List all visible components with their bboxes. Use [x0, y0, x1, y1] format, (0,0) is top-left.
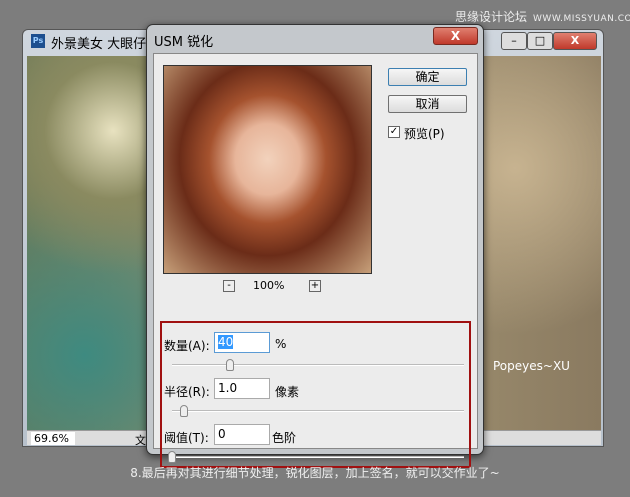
dialog-title: USM 锐化 [154, 35, 214, 50]
threshold-slider-thumb[interactable] [168, 451, 176, 463]
zoom-out-button[interactable]: - [223, 280, 235, 292]
document-title: 外景美女 大眼仔 [51, 37, 147, 52]
amount-slider-thumb[interactable] [226, 359, 235, 371]
amount-value: 40 [218, 335, 234, 349]
preview-checkbox[interactable]: ✓ [388, 126, 400, 138]
threshold-slider[interactable] [172, 456, 464, 458]
amount-unit: % [275, 337, 287, 351]
photoshop-icon: Ps [31, 34, 45, 48]
preview-image[interactable] [163, 65, 372, 274]
radius-slider-thumb[interactable] [179, 405, 188, 417]
amount-input[interactable]: 40 [214, 332, 270, 353]
threshold-label: 阈值(T): [164, 431, 209, 445]
threshold-unit: 色阶 [272, 431, 297, 445]
cancel-button[interactable]: 取消 [388, 95, 467, 113]
minimize-button[interactable]: – [501, 32, 527, 50]
dialog-close-button[interactable]: X [433, 27, 478, 45]
settings-highlight: 数量(A): 40 % 半径(R): 1.0 像素 阈值(T): 0 色阶 [160, 321, 471, 468]
radius-slider[interactable] [172, 410, 464, 412]
zoom-readout[interactable]: 69.6% [31, 432, 75, 445]
preview-label: 预览(P) [404, 127, 445, 141]
maximize-button[interactable]: □ [527, 32, 553, 50]
zoom-in-button[interactable]: + [309, 280, 321, 292]
watermark-url: WWW.MISSYUAN.COM [533, 14, 630, 24]
radius-input[interactable]: 1.0 [214, 378, 270, 399]
caption: 8.最后再对其进行细节处理，锐化图层，加上签名，就可以交作业了~ [130, 466, 500, 480]
signature: Popeyes~XU [493, 359, 570, 373]
watermark-site: 思缘设计论坛 [455, 10, 528, 24]
usm-sharpen-dialog: USM 锐化 X 确定 取消 ✓ 预览(P) - 100% + 数量(A): 4… [146, 24, 484, 468]
dialog-body: 确定 取消 ✓ 预览(P) - 100% + 数量(A): 40 % 半径(R)… [153, 53, 478, 468]
radius-label: 半径(R): [164, 385, 210, 399]
amount-slider[interactable] [172, 364, 464, 366]
threshold-input[interactable]: 0 [214, 424, 270, 445]
close-button[interactable]: X [553, 32, 597, 50]
status-text: 文 [135, 434, 146, 447]
radius-unit: 像素 [275, 385, 300, 399]
amount-label: 数量(A): [164, 339, 210, 353]
ok-button[interactable]: 确定 [388, 68, 467, 86]
zoom-level: 100% [253, 279, 285, 292]
watermark: 思缘设计论坛 WWW.MISSYUAN.COM [455, 8, 630, 25]
